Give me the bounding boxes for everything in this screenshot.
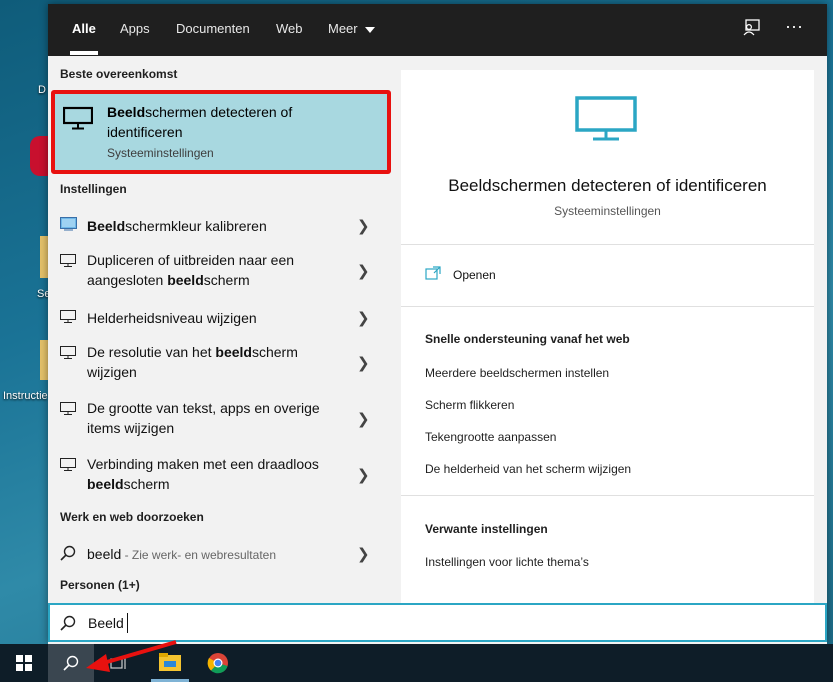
- desktop-app-icon[interactable]: [30, 136, 50, 176]
- monitor-icon: [62, 106, 94, 135]
- windows-start-icon[interactable]: [16, 655, 32, 676]
- best-match-heading: Beste overeenkomst: [60, 67, 178, 81]
- monitor-icon: [60, 310, 76, 328]
- web-help-link[interactable]: Meerdere beeldschermen instellen: [425, 366, 609, 380]
- chevron-right-icon[interactable]: ❯: [357, 545, 370, 563]
- results-list: Beste overeenkomst Beeldschermen detecte…: [48, 56, 391, 604]
- settings-heading: Instellingen: [60, 182, 127, 196]
- web-search-heading: Werk en web doorzoeken: [60, 510, 204, 524]
- web-help-link[interactable]: De helderheid van het scherm wijzigen: [425, 462, 631, 476]
- monitor-icon: [60, 254, 76, 272]
- active-tab-indicator: [70, 51, 98, 55]
- chevron-right-icon[interactable]: ❯: [357, 466, 370, 484]
- best-match-title: Beeldschermen detecteren of identificere…: [107, 102, 337, 142]
- setting-item-label: De grootte van tekst, apps en overige it…: [87, 400, 320, 436]
- label-bold: beeld: [167, 272, 204, 288]
- web-help-heading: Snelle ondersteuning vanaf het web: [425, 332, 630, 346]
- chevron-right-icon[interactable]: ❯: [357, 217, 370, 235]
- desktop-icon[interactable]: [2, 52, 42, 92]
- best-match-subtitle: Systeeminstellingen: [107, 146, 214, 160]
- monitor-icon: [60, 458, 76, 476]
- divider: [401, 244, 814, 245]
- preview-title: Beeldschermen detecteren of identificere…: [448, 176, 767, 195]
- more-icon[interactable]: ···: [785, 16, 803, 37]
- setting-item[interactable]: De resolutie van het beeldscherm wijzige…: [48, 340, 390, 388]
- web-help-link[interactable]: Scherm flikkeren: [425, 398, 514, 412]
- related-settings-link[interactable]: Instellingen voor lichte thema’s: [425, 555, 589, 569]
- tab-documenten[interactable]: Documenten: [176, 21, 250, 36]
- best-match-title-bold: Beeld: [107, 104, 146, 120]
- setting-item-label: Verbinding maken met een draadloos beeld…: [87, 454, 327, 494]
- web-help-link[interactable]: Tekengrootte aanpassen: [425, 430, 556, 444]
- preview-pane: Beeldschermen detecteren of identificere…: [401, 70, 814, 604]
- search-icon: [60, 545, 76, 566]
- web-search-hint: - Zie werk- en webresultaten: [121, 548, 276, 562]
- setting-item[interactable]: Dupliceren of uitbreiden naar een aanges…: [48, 248, 390, 296]
- divider: [401, 306, 814, 307]
- divider: [401, 495, 814, 496]
- preview-subtitle: Systeeminstellingen: [554, 204, 661, 218]
- open-label: Openen: [453, 268, 496, 282]
- search-icon: [60, 615, 76, 636]
- open-action[interactable]: Openen: [425, 266, 625, 288]
- setting-item[interactable]: Verbinding maken met een draadloos beeld…: [48, 452, 390, 500]
- tab-alle[interactable]: Alle: [72, 21, 96, 36]
- chevron-right-icon[interactable]: ❯: [357, 309, 370, 327]
- label-bold: beeld: [215, 344, 252, 360]
- label-pre: Verbinding maken met een draadloos: [87, 456, 319, 472]
- chevron-right-icon[interactable]: ❯: [357, 354, 370, 372]
- monitor-icon: [60, 402, 76, 420]
- chevron-right-icon[interactable]: ❯: [357, 262, 370, 280]
- search-input[interactable]: Beeld: [88, 615, 124, 631]
- chevron-right-icon[interactable]: ❯: [357, 410, 370, 428]
- chrome-icon[interactable]: [207, 652, 229, 679]
- tab-meer[interactable]: Meer: [328, 21, 376, 36]
- setting-item-label: De resolutie van het beeldscherm wijzige…: [87, 342, 327, 382]
- setting-item-label: Dupliceren of uitbreiden naar een aanges…: [87, 250, 327, 290]
- tab-meer-label: Meer: [328, 21, 358, 36]
- monitor-icon: [60, 346, 76, 364]
- label-pre: De resolutie van het: [87, 344, 216, 360]
- setting-item[interactable]: Beeldschermkleur kalibreren ❯: [48, 212, 390, 240]
- search-tabs-bar: Alle Apps Documenten Web Meer ···: [48, 4, 827, 56]
- search-panel: Alle Apps Documenten Web Meer ··· Beste …: [48, 4, 827, 644]
- desktop-label: Instructie: [3, 390, 48, 402]
- related-settings-heading: Verwante instellingen: [425, 522, 548, 536]
- label-bold: Beeld: [87, 218, 126, 234]
- desktop-label: D: [38, 84, 46, 96]
- text-cursor: [127, 613, 128, 633]
- setting-item[interactable]: De grootte van tekst, apps en overige it…: [48, 396, 390, 444]
- label-rest: scherm: [123, 476, 170, 492]
- best-match-item[interactable]: Beeldschermen detecteren of identificere…: [51, 90, 391, 174]
- people-heading: Personen (1+): [60, 578, 140, 592]
- open-icon: [425, 266, 441, 285]
- monitor-large-icon: [575, 96, 637, 147]
- search-icon: [63, 655, 79, 676]
- tab-web[interactable]: Web: [276, 21, 303, 36]
- setting-item[interactable]: Helderheidsniveau wijzigen ❯: [48, 304, 390, 332]
- label-rest: schermkleur kalibreren: [125, 218, 267, 234]
- label-bold: beeld: [87, 476, 124, 492]
- setting-item-label: Helderheidsniveau wijzigen: [87, 310, 257, 326]
- color-calibration-icon: [60, 217, 77, 236]
- annotation-arrow: [86, 640, 177, 672]
- web-search-query: beeld: [87, 546, 122, 562]
- feedback-icon[interactable]: [743, 18, 761, 41]
- tab-apps[interactable]: Apps: [120, 21, 150, 36]
- web-search-label: beeld - Zie werk- en webresultaten: [87, 544, 327, 565]
- caret-down-icon: [365, 26, 376, 33]
- setting-item-label: Beeldschermkleur kalibreren: [87, 216, 327, 236]
- label-rest: scherm: [203, 272, 250, 288]
- web-search-item[interactable]: beeld - Zie werk- en webresultaten ❯: [48, 540, 390, 568]
